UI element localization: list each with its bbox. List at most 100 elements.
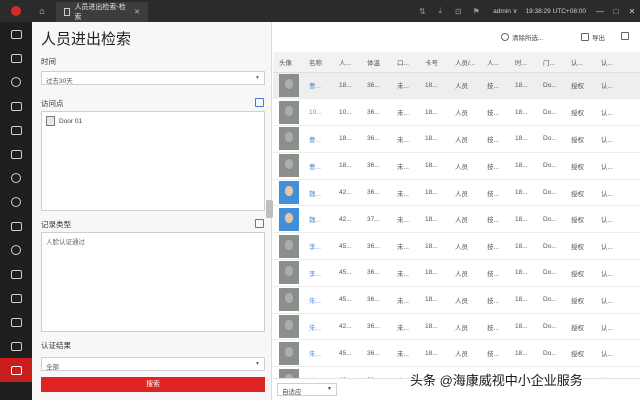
table-row[interactable]: 曹... 18... 36... 未... 18... 人员 技... 18... Do... 授… [273,72,640,100]
cell-temp: 37... [361,205,391,234]
column-header[interactable]: 门... [537,52,565,73]
rail-time[interactable] [0,238,32,262]
cell-r1: 授权 [565,286,595,314]
avatar[interactable] [279,181,299,205]
close-icon[interactable]: ✕ [134,8,140,16]
rail-help[interactable] [0,334,32,358]
rail-vehicle[interactable] [0,262,32,286]
avatar[interactable] [279,127,299,151]
avatar[interactable] [279,341,299,365]
column-header[interactable]: 体温 [361,52,391,73]
column-header[interactable]: 人员/... [449,52,481,73]
table-row[interactable]: 李... 45... 36... 未... 18... 人员 技... 18... Do... 授… [273,259,640,287]
maximize-icon[interactable]: □ [608,7,624,16]
tab-person-access-search[interactable]: 人员进出检索-检索 ✕ [56,2,148,22]
search-button[interactable]: 搜索 [41,377,265,392]
door-icon [46,116,55,126]
column-header[interactable]: 人... [481,52,509,73]
avatar[interactable] [279,315,299,339]
sync-icon[interactable]: ⇅ [413,7,431,16]
alarm-icon[interactable]: ⚑ [467,7,485,16]
avatar[interactable] [279,100,299,124]
cell-r1: 授权 [565,205,595,234]
column-header[interactable]: 认... [565,52,595,73]
cell-temp: 36... [361,259,391,287]
avatar[interactable] [279,288,299,312]
cell-temp: 36... [361,286,391,314]
table-row[interactable]: 朱... 45... 36... 未... 18... 人员 技... 18... Do... 授… [273,339,640,368]
left-rail [0,22,32,400]
download-icon[interactable]: ⤓ [431,6,449,16]
rail-camera[interactable] [0,46,32,70]
clear-filter-button[interactable]: 清除所选... [501,32,543,42]
document-icon [10,221,22,231]
cell-mask: 未... [391,232,419,261]
export-button[interactable]: 导出 [581,32,605,42]
list-item-door[interactable]: Door 01 [46,116,82,126]
edit-icon[interactable] [255,98,264,107]
fit-select[interactable]: 自适应 ▼ [277,383,337,396]
cell-mask: 未... [391,125,419,153]
rail-face[interactable] [0,166,32,190]
clear-icon [501,33,509,41]
cell-r2: 认... [595,232,640,261]
rail-access-control[interactable] [0,358,32,382]
user-menu[interactable]: admin ∨ [493,7,517,15]
avatar[interactable] [279,154,299,178]
record-type-box[interactable]: 人脸认证通过 [41,232,265,332]
auth-result-select[interactable]: 全部 ▼ [41,357,265,371]
cell-card: 18... [419,125,449,153]
cell-c2: 42... [333,179,361,207]
access-point-list[interactable]: Door 01 [41,111,265,211]
avatar[interactable] [279,261,299,285]
column-header[interactable]: 认... [595,52,640,73]
home-icon[interactable]: ⌂ [32,0,52,22]
time-select[interactable]: 过去30天 ▼ [41,71,265,85]
rail-attendance[interactable] [0,286,32,310]
table-row[interactable]: 曹... 18... 36... 未... 18... 人员 技... 18... Do... 授… [273,125,640,153]
cell-name: 朱... [303,339,333,368]
image-icon [10,101,22,111]
column-header[interactable]: 人... [333,52,361,73]
column-header[interactable]: 名称 [303,52,333,73]
avatar[interactable] [279,234,299,258]
rail-monitor[interactable] [0,22,32,46]
table-row[interactable]: 朱...42...36...未...18...人员技...18...Do...授… [273,313,640,341]
column-header[interactable]: 卡号 [419,52,449,73]
lock-icon[interactable]: ⊡ [449,7,467,16]
rail-image[interactable] [0,94,32,118]
cell-r2: 认... [595,286,640,314]
column-header[interactable]: 头像 [273,52,303,73]
cell-c7: 技... [481,313,509,341]
rail-person[interactable] [0,190,32,214]
collapse-handle[interactable] [266,200,273,218]
table-row[interactable]: 李... 45... 36... 未... 18... 人员 技... 18... Do... 授… [273,232,640,261]
edit-icon[interactable] [255,219,264,228]
table-row[interactable]: 10... 10... 36... 未... 18... 人员 技... 18... Do...… [273,98,640,127]
table-row[interactable]: 朱... 45... 36... 未... 18... 人员 技... 18... Do... 授… [273,286,640,314]
cell-c2: 10... [333,98,361,127]
cell-type: 人员 [449,125,481,153]
cell-c7: 技... [481,205,509,234]
window-close-icon[interactable]: ✕ [624,7,640,16]
avatar[interactable] [279,73,299,97]
avatar[interactable] [279,207,299,231]
rail-event[interactable] [0,142,32,166]
rail-document[interactable] [0,214,32,238]
rail-report[interactable] [0,118,32,142]
cell-card: 18... [419,232,449,261]
minimize-icon[interactable]: — [592,7,608,16]
table-row[interactable]: 魏... 42... 37... 未... 18... 人员 技... 18... Do... 授… [273,205,640,234]
access-icon [10,365,22,375]
cell-name: 曹... [303,152,333,180]
cell-c2: 18... [333,72,361,100]
rail-settings[interactable] [0,310,32,334]
access-point-label: 访问点 [41,99,64,108]
fullscreen-button[interactable] [621,32,632,40]
column-header[interactable]: 口... [391,52,419,73]
column-header[interactable]: 时... [509,52,537,73]
rail-map[interactable] [0,70,32,94]
table-row[interactable]: 曹... 18... 36... 未... 18... 人员 技... 18... Do... 授… [273,152,640,180]
cell-r2: 认... [595,98,640,127]
table-row[interactable]: 魏... 42... 36... 未... 18... 人员 技... 18... Do... 授… [273,179,640,207]
